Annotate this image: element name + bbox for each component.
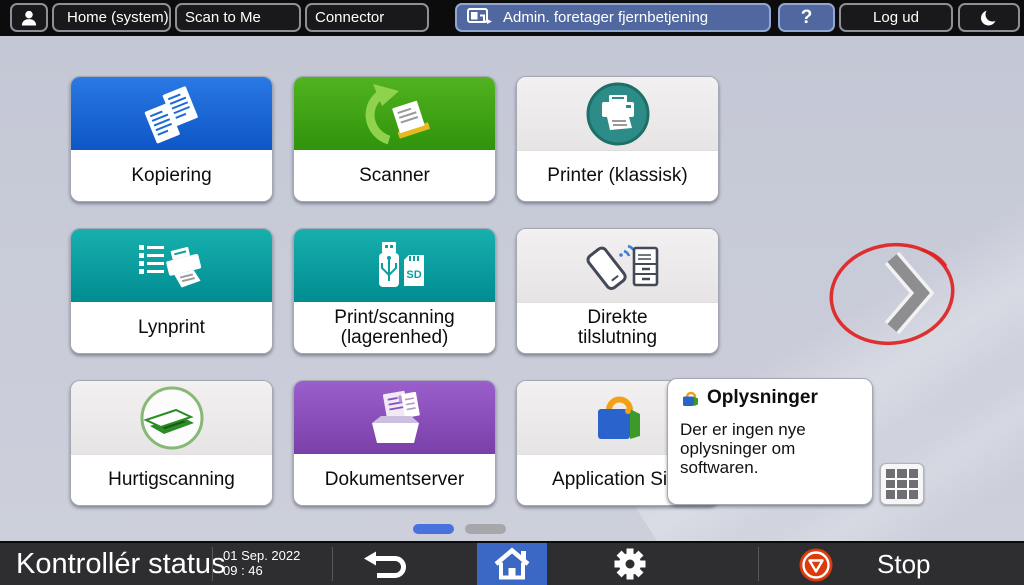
usb-sd-icon: SD <box>353 234 437 298</box>
energy-saver-button[interactable] <box>958 3 1020 32</box>
info-widget-title: Oplysninger <box>707 387 818 409</box>
tab-connector-label: Connector <box>315 9 384 26</box>
user-button[interactable] <box>10 3 48 32</box>
svg-text:SD: SD <box>406 269 421 281</box>
tab-scan-to-me[interactable]: Scan to Me <box>175 3 301 32</box>
app-grid: Kopiering Scanner Printer (klassisk) <box>70 76 719 506</box>
separator <box>332 547 333 581</box>
stop-label: Stop <box>877 543 931 585</box>
moon-icon <box>978 7 1000 29</box>
logout-label: Log ud <box>873 9 919 26</box>
home-icon <box>492 547 532 581</box>
tile-kopiering[interactable]: Kopiering <box>70 76 273 202</box>
quick-scan-icon <box>130 384 214 452</box>
widget-list-button[interactable] <box>880 463 924 505</box>
help-button[interactable]: ? <box>778 3 835 32</box>
user-icon <box>20 6 38 30</box>
date-text: 01 Sep. 2022 <box>223 548 300 563</box>
tab-home-system[interactable]: Home (system) <box>52 3 171 32</box>
tab-connector[interactable]: Connector <box>305 3 429 32</box>
document-server-icon <box>353 386 437 450</box>
back-button[interactable] <box>340 543 430 585</box>
remote-session-icon <box>467 8 493 28</box>
tile-direkte-tilslutning[interactable]: Direktetilslutning <box>516 228 719 354</box>
tile-lynprint[interactable]: Lynprint <box>70 228 273 354</box>
top-bar: Home (system) Scan to Me Connector Admin… <box>0 0 1024 36</box>
tile-print-scanning[interactable]: SD Print/scanning(lagerenhed) <box>293 228 496 354</box>
info-widget-body: Der er ingen nye oplysninger om software… <box>680 420 840 478</box>
separator <box>212 547 213 581</box>
home-screen: Kopiering Scanner Printer (klassisk) <box>0 36 1024 541</box>
help-label: ? <box>801 7 813 29</box>
tile-hurtigscanning[interactable]: Hurtigscanning <box>70 380 273 506</box>
grid-icon <box>886 469 918 499</box>
direct-connect-icon <box>576 234 660 298</box>
tile-dokumentserver[interactable]: Dokumentserver <box>293 380 496 506</box>
stop-button[interactable]: Stop <box>760 543 1024 585</box>
application-site-icon <box>576 386 660 450</box>
check-status-label: Kontrollér status <box>16 548 226 581</box>
time-text: 09 : 46 <box>223 563 300 578</box>
tab-home-label: Home (system) <box>67 9 169 26</box>
separator <box>758 547 759 581</box>
tile-printer-klassisk[interactable]: Printer (klassisk) <box>516 76 719 202</box>
admin-banner-label: Admin. foretager fjernbetjening <box>503 9 708 26</box>
stop-icon <box>798 547 834 583</box>
page-indicator <box>413 524 506 534</box>
settings-button[interactable] <box>580 543 680 585</box>
back-arrow-icon <box>363 549 407 579</box>
bag-mini-icon <box>680 389 700 407</box>
scan-to-icon <box>353 82 437 146</box>
gear-icon <box>609 543 651 585</box>
quick-print-icon <box>130 234 214 298</box>
admin-remote-banner[interactable]: Admin. foretager fjernbetjening <box>455 3 771 32</box>
page-dot <box>413 524 454 534</box>
tile-scanner[interactable]: Scanner <box>293 76 496 202</box>
info-widget[interactable]: Oplysninger Der er ingen nye oplysninger… <box>667 378 873 505</box>
home-button[interactable] <box>477 543 547 585</box>
bottom-bar: Kontrollér status 01 Sep. 2022 09 : 46 <box>0 541 1024 585</box>
page-dot <box>465 524 506 534</box>
check-status-button[interactable]: Kontrollér status <box>16 543 226 585</box>
next-page-button[interactable] <box>878 250 934 336</box>
datetime-display: 01 Sep. 2022 09 : 46 <box>223 548 300 578</box>
copy-icon <box>130 82 214 146</box>
printer-classic-icon <box>576 80 660 148</box>
tab-scan-label: Scan to Me <box>185 9 261 26</box>
logout-button[interactable]: Log ud <box>839 3 953 32</box>
